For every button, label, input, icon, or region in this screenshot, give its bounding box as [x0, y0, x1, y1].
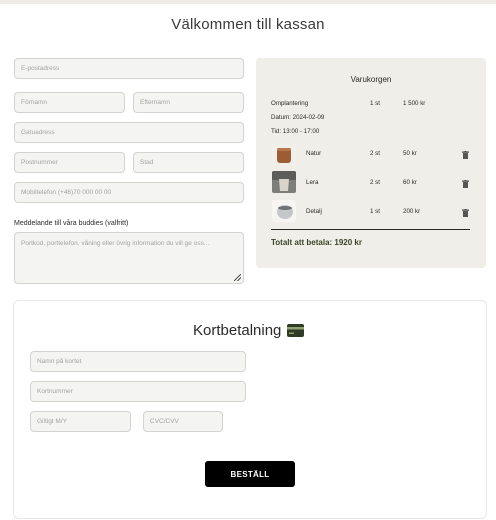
card-name-field[interactable] [30, 351, 246, 372]
email-field[interactable] [14, 58, 244, 79]
card-number-field[interactable] [30, 381, 246, 402]
credit-card-icon [287, 324, 304, 337]
cart-item-name: Detalj [306, 208, 322, 215]
cart-total: Totalt att betala: 1920 kr [271, 238, 362, 247]
terracotta-pot-image [272, 143, 296, 165]
trash-icon[interactable] [462, 209, 469, 217]
cart-divider [271, 229, 470, 230]
ceramic-pot-image [272, 200, 296, 222]
resize-grip-icon[interactable] [234, 274, 241, 281]
cart-item-qty: 2 st [370, 179, 380, 186]
message-textarea[interactable] [14, 232, 244, 284]
service-price: 1 500 kr [403, 100, 426, 107]
cart-item-price: 50 kr [403, 150, 417, 157]
service-name: Omplantering [271, 100, 309, 107]
card-payment-title: Kortbetalning [193, 322, 282, 339]
cart-item-qty: 1 st [370, 208, 380, 215]
service-time: Tid: 13:00 - 17:00 [271, 128, 320, 135]
message-label: Meddelande till våra buddies (valfritt) [14, 220, 129, 227]
service-date: Datum: 2024-02-09 [271, 114, 325, 121]
clay-pot-image [272, 171, 296, 193]
cart-title: Varukorgen [350, 75, 392, 84]
trash-icon[interactable] [462, 180, 469, 188]
trash-icon[interactable] [462, 151, 469, 159]
city-field[interactable] [133, 152, 244, 173]
cart-item-name: Natur [306, 150, 322, 157]
service-qty: 1 st [370, 100, 380, 107]
card-expiry-field[interactable] [30, 411, 131, 432]
cart-item-name: Lera [306, 179, 319, 186]
cart-panel: Varukorgen Omplantering 1 st 1 500 kr Da… [256, 58, 486, 268]
cart-item-price: 60 kr [403, 179, 417, 186]
postcode-field[interactable] [14, 152, 125, 173]
cart-item-price: 200 kr [403, 208, 421, 215]
page-title: Välkommen till kassan [171, 16, 325, 33]
street-address-field[interactable] [14, 122, 244, 143]
cart-item-qty: 2 st [370, 150, 380, 157]
first-name-field[interactable] [14, 92, 125, 113]
top-strip [0, 0, 496, 4]
last-name-field[interactable] [133, 92, 244, 113]
phone-field[interactable] [14, 182, 244, 203]
card-cvc-field[interactable] [143, 411, 223, 432]
order-button[interactable]: BESTÄLL [205, 461, 295, 487]
